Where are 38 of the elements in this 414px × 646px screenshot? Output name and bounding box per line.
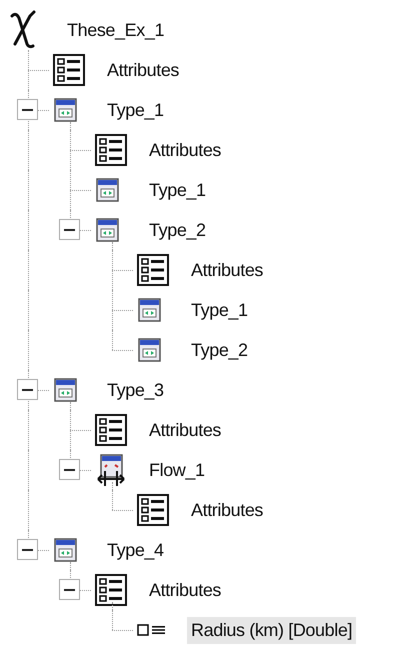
x-glyph-icon	[10, 10, 36, 50]
tree-item-label[interactable]: Attributes	[145, 416, 226, 444]
list-icon	[137, 494, 169, 526]
list-icon	[95, 574, 127, 606]
collapse-toggle[interactable]	[59, 579, 80, 600]
tree-item-label[interactable]: Type_3	[103, 376, 168, 404]
window-icon	[53, 537, 79, 563]
tree-item-label[interactable]: Type_1	[145, 176, 210, 204]
tree-item-label[interactable]: Type_4	[103, 536, 168, 564]
list-icon	[137, 254, 169, 286]
window-icon	[137, 337, 163, 363]
collapse-toggle[interactable]	[17, 539, 38, 560]
list-icon	[95, 414, 127, 446]
window-icon	[95, 177, 121, 203]
window-icon	[53, 97, 79, 123]
tree-item-label[interactable]: Attributes	[187, 496, 268, 524]
window-icon	[53, 377, 79, 403]
tree-item-label[interactable]: Type_1	[103, 96, 168, 124]
window-icon	[95, 217, 121, 243]
window-icon	[137, 297, 163, 323]
tree-item-label[interactable]: Attributes	[187, 256, 268, 284]
list-icon	[95, 134, 127, 166]
tree-item-label[interactable]: Type_2	[145, 216, 210, 244]
tree-item-label[interactable]: These_Ex_1	[63, 16, 168, 44]
tree-item-label[interactable]: Attributes	[103, 56, 184, 84]
collapse-toggle[interactable]	[59, 219, 80, 240]
collapse-toggle[interactable]	[17, 99, 38, 120]
list-icon	[53, 54, 85, 86]
tree-item-label[interactable]: Type_1	[187, 296, 252, 324]
tree-item-label[interactable]: Attributes	[145, 136, 226, 164]
window-arrows-icon	[95, 453, 127, 487]
tree-item-label[interactable]: Type_2	[187, 336, 252, 364]
collapse-toggle[interactable]	[17, 379, 38, 400]
tree-item-label[interactable]: Attributes	[145, 576, 226, 604]
tree-item-label[interactable]: Radius (km) [Double]	[187, 616, 356, 644]
field-icon	[137, 623, 167, 637]
tree-item-label[interactable]: Flow_1	[145, 456, 209, 484]
collapse-toggle[interactable]	[59, 459, 80, 480]
